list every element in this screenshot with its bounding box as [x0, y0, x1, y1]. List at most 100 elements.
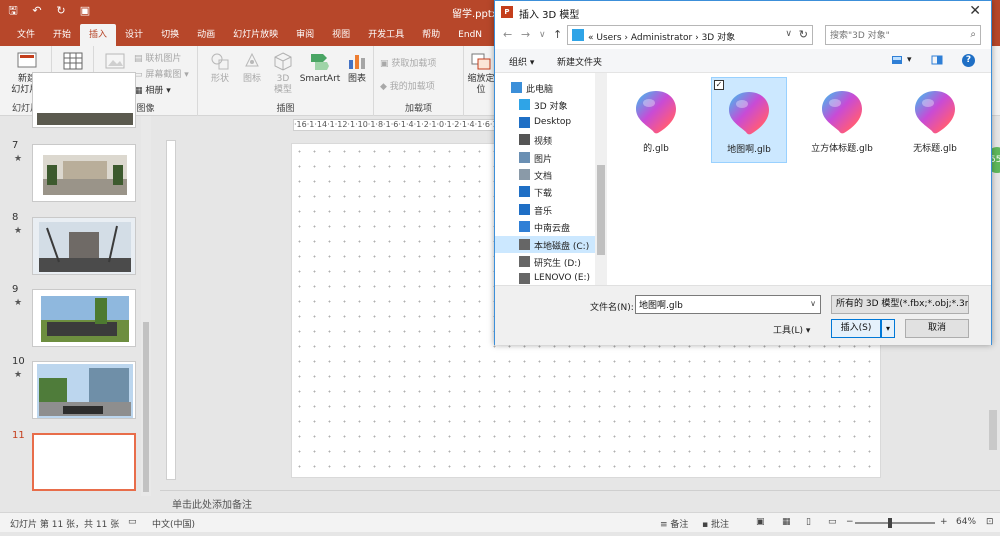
- slide-thumbnail-11-selected[interactable]: [32, 433, 136, 491]
- organize-button[interactable]: 组织 ▾: [509, 55, 534, 68]
- file-type-select[interactable]: 所有的 3D 模型(*.fbx;*.obj;*.3mf: [831, 295, 969, 314]
- smartart-button[interactable]: SmartArt: [298, 50, 342, 85]
- insert-options-button[interactable]: ▾: [881, 319, 895, 338]
- spellcheck-icon[interactable]: ▭: [128, 517, 137, 527]
- slideshow-view-icon[interactable]: ▭: [828, 517, 837, 527]
- nav-item[interactable]: 3D 对象: [495, 96, 595, 113]
- editor-scrollbar-thumb[interactable]: [989, 410, 997, 450]
- save-icon[interactable]: 🖫: [6, 4, 20, 18]
- language-indicator[interactable]: 中文(中国): [152, 517, 195, 530]
- screenshot-button[interactable]: ▭ 屏幕截图 ▾: [134, 67, 189, 80]
- checkbox-icon[interactable]: ✓: [714, 80, 724, 90]
- thumbnail-scrollbar[interactable]: [141, 116, 151, 496]
- slide-thumbnail-8[interactable]: [32, 217, 136, 275]
- notes-toggle[interactable]: ≡ 备注: [660, 517, 688, 530]
- nav-item[interactable]: 此电脑: [495, 79, 595, 96]
- chevron-down-icon[interactable]: ∨: [785, 29, 792, 39]
- slideshow-icon[interactable]: ▣: [78, 4, 92, 18]
- nav-item[interactable]: 图片: [495, 149, 595, 166]
- 3d-model-button[interactable]: 3D 模型: [270, 50, 296, 96]
- up-arrow-icon[interactable]: ↑: [553, 28, 562, 41]
- chevron-down-icon[interactable]: ▾: [907, 55, 912, 65]
- zoom-button[interactable]: 缩放定 位: [466, 50, 496, 96]
- navigation-scrollbar[interactable]: [595, 73, 607, 285]
- nav-item[interactable]: 中南云盘: [495, 218, 595, 235]
- file-item[interactable]: ✓ 地图啊.glb: [711, 77, 787, 163]
- fit-to-window-icon[interactable]: ⊡: [986, 517, 994, 527]
- nav-item-label: 3D 对象: [534, 102, 568, 113]
- nav-item[interactable]: 本地磁盘 (C:): [495, 235, 595, 253]
- tab-slideshow[interactable]: 幻灯片放映: [224, 24, 287, 46]
- notes-pane[interactable]: 单击此处添加备注: [160, 490, 1000, 512]
- tools-button[interactable]: 工具(L) ▾: [773, 323, 810, 336]
- chart-button[interactable]: 图表: [344, 50, 370, 85]
- comments-toggle[interactable]: ▪ 批注: [702, 517, 729, 530]
- store-icon: ▣: [380, 59, 392, 69]
- tab-developer[interactable]: 开发工具: [359, 24, 413, 46]
- close-icon[interactable]: ✕: [969, 3, 981, 19]
- slide-thumbnail-7[interactable]: [32, 144, 136, 202]
- thumbnail-scrollbar-thumb[interactable]: [143, 322, 149, 492]
- refresh-icon[interactable]: ↻: [799, 28, 808, 41]
- slide-sorter-icon[interactable]: ▦: [782, 517, 791, 527]
- get-addins-button[interactable]: ▣ 获取加载项: [380, 56, 436, 69]
- tab-animations[interactable]: 动画: [188, 24, 224, 46]
- nav-item[interactable]: 音乐: [495, 201, 595, 218]
- undo-icon[interactable]: ↶: [30, 4, 44, 18]
- insert-button[interactable]: 插入(S): [831, 319, 881, 338]
- table-icon: [63, 52, 83, 70]
- search-box[interactable]: ⌕: [825, 25, 981, 45]
- tab-view[interactable]: 视图: [323, 24, 359, 46]
- tab-file[interactable]: 文件: [8, 24, 44, 46]
- chevron-down-icon[interactable]: ∨: [810, 299, 816, 308]
- nav-item[interactable]: 视频: [495, 131, 595, 148]
- tab-endnote[interactable]: EndN: [449, 24, 491, 46]
- file-item[interactable]: 无标题.glb: [897, 77, 973, 163]
- address-bar[interactable]: « Users › Administrator › 3D 对象 ∨ ↻: [567, 25, 813, 45]
- slide-thumbnail-10[interactable]: [32, 361, 136, 419]
- back-arrow-icon[interactable]: ←: [503, 28, 512, 41]
- tab-help[interactable]: 帮助: [413, 24, 449, 46]
- zoom-level[interactable]: 64%: [956, 517, 976, 527]
- tab-design[interactable]: 设计: [116, 24, 152, 46]
- normal-view-icon[interactable]: ▣: [756, 517, 765, 527]
- filename-input[interactable]: [639, 298, 799, 311]
- nav-item[interactable]: 下载: [495, 183, 595, 200]
- zoom-in-icon[interactable]: +: [940, 517, 948, 527]
- search-input[interactable]: [830, 29, 962, 42]
- redo-icon[interactable]: ↻: [54, 4, 68, 18]
- tab-insert[interactable]: 插入: [80, 24, 117, 46]
- cancel-button[interactable]: 取消: [905, 319, 969, 338]
- online-picture-button[interactable]: ▤ 联机图片: [134, 51, 181, 64]
- file-item[interactable]: 立方体标题.glb: [804, 77, 880, 163]
- zoom-slider[interactable]: [855, 518, 935, 528]
- tab-home[interactable]: 开始: [44, 24, 80, 46]
- icons-button[interactable]: 图标: [238, 50, 266, 85]
- slide-thumbnail-9[interactable]: [32, 289, 136, 347]
- filename-combobox[interactable]: ∨: [635, 295, 821, 314]
- reading-view-icon[interactable]: ▯: [806, 517, 811, 527]
- nav-item-label: 下载: [534, 189, 553, 200]
- shapes-button[interactable]: 形状: [206, 50, 234, 85]
- zoom-slider-knob[interactable]: [888, 518, 892, 528]
- new-folder-button[interactable]: 新建文件夹: [557, 55, 602, 68]
- preview-pane-icon[interactable]: [931, 54, 943, 66]
- tab-transitions[interactable]: 切换: [152, 24, 188, 46]
- tab-review[interactable]: 审阅: [287, 24, 323, 46]
- my-addins-button[interactable]: ◆ 我的加载项: [380, 79, 435, 92]
- nav-item[interactable]: Desktop: [495, 114, 595, 131]
- nav-item[interactable]: 文档: [495, 166, 595, 183]
- slide-thumbnail-6[interactable]: [32, 72, 136, 128]
- nav-item[interactable]: LENOVO (E:): [495, 270, 595, 285]
- recent-locations-icon[interactable]: ∨: [539, 30, 546, 40]
- forward-arrow-icon[interactable]: →: [521, 28, 530, 41]
- breadcrumb[interactable]: « Users › Administrator › 3D 对象: [588, 30, 735, 43]
- search-icon[interactable]: ⌕: [970, 29, 976, 40]
- zoom-out-icon[interactable]: −: [846, 517, 854, 527]
- help-icon[interactable]: ?: [962, 54, 975, 67]
- view-options-icon[interactable]: [891, 54, 903, 66]
- nav-item[interactable]: 研究生 (D:): [495, 253, 595, 270]
- navigation-scrollbar-thumb[interactable]: [597, 165, 605, 255]
- album-button[interactable]: ▦ 相册 ▾: [134, 83, 171, 96]
- file-item[interactable]: 的.glb: [618, 77, 694, 163]
